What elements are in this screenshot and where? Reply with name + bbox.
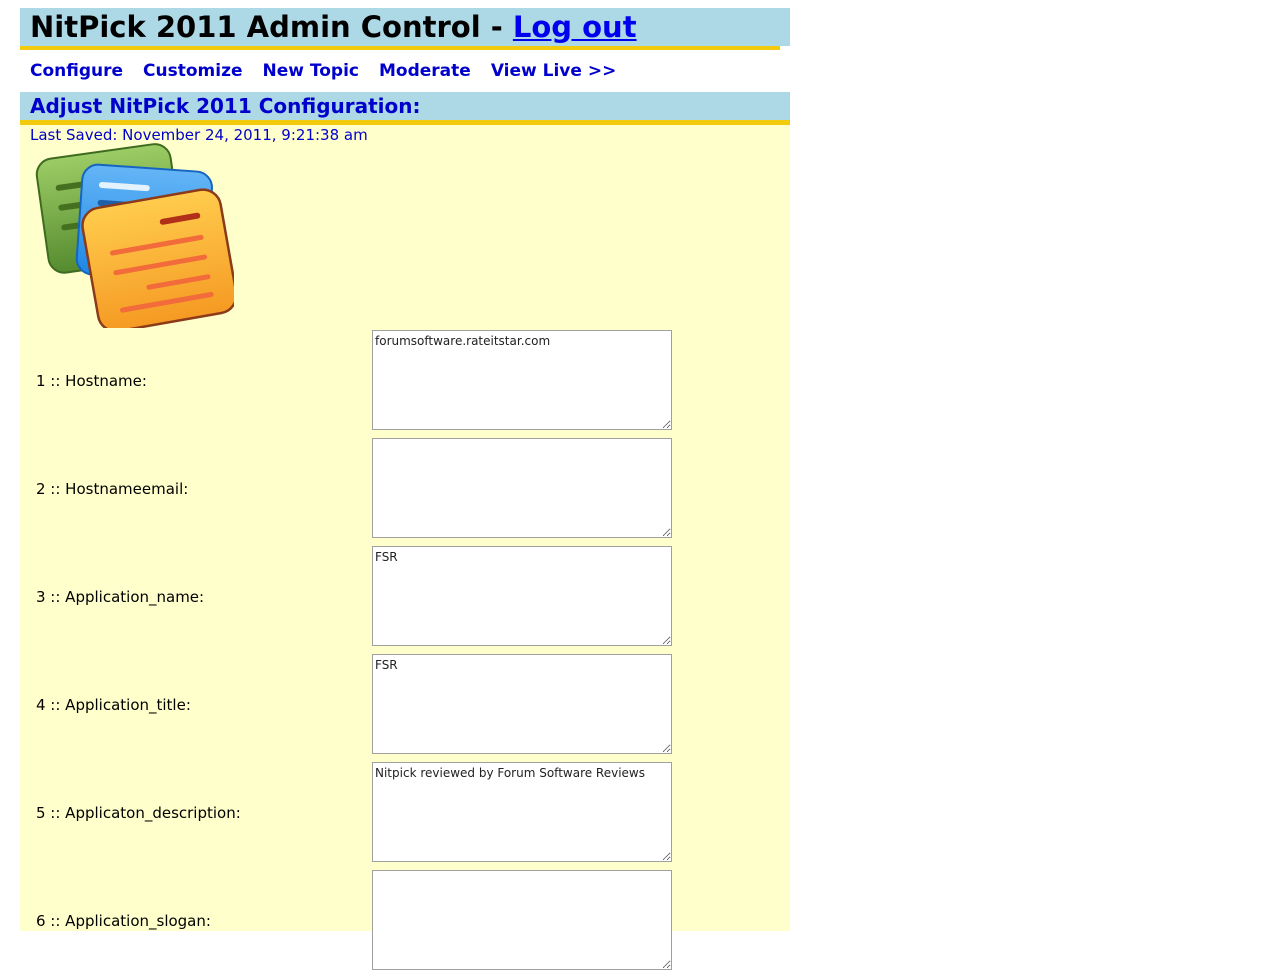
title-bar: NitPick 2011 Admin Control - Log out bbox=[20, 8, 790, 46]
logo-graphic bbox=[35, 143, 238, 333]
field-label: 1 :: Hostname: bbox=[36, 372, 147, 390]
field-row-hostnameemail: 2 :: Hostnameemail: bbox=[20, 438, 790, 538]
application-slogan-field[interactable] bbox=[372, 870, 672, 970]
nav-moderate[interactable]: Moderate bbox=[379, 61, 471, 81]
admin-page: NitPick 2011 Admin Control - Log out Con… bbox=[20, 8, 790, 970]
nav-configure[interactable]: Configure bbox=[30, 61, 123, 81]
section-title: Adjust NitPick 2011 Configuration: bbox=[30, 94, 421, 118]
hostname-field[interactable]: forumsoftware.rateitstar.com bbox=[372, 330, 672, 430]
field-label: 5 :: Applicaton_description: bbox=[36, 804, 241, 822]
section-header: Adjust NitPick 2011 Configuration: bbox=[20, 92, 790, 125]
field-row-application-name: 3 :: Application_name: FSR bbox=[20, 546, 790, 646]
field-row-application-title: 4 :: Application_title: FSR bbox=[20, 654, 790, 754]
page-title: NitPick 2011 Admin Control - Log out bbox=[20, 8, 790, 46]
stacked-notes-icon bbox=[34, 143, 238, 333]
main-nav: Configure Customize New Topic Moderate V… bbox=[20, 50, 790, 92]
application-name-field[interactable]: FSR bbox=[372, 546, 672, 646]
field-label: 6 :: Application_slogan: bbox=[36, 912, 211, 930]
field-label: 2 :: Hostnameemail: bbox=[36, 480, 189, 498]
field-label: 3 :: Application_name: bbox=[36, 588, 205, 606]
field-row-hostname: 1 :: Hostname: forumsoftware.rateitstar.… bbox=[20, 330, 790, 430]
nav-new-topic[interactable]: New Topic bbox=[263, 61, 359, 81]
field-row-application-description: 5 :: Applicaton_description: Nitpick rev… bbox=[20, 762, 790, 862]
page-title-text: NitPick 2011 Admin Control - bbox=[30, 10, 513, 44]
application-title-field[interactable]: FSR bbox=[372, 654, 672, 754]
application-description-field[interactable]: Nitpick reviewed by Forum Software Revie… bbox=[372, 762, 672, 862]
nav-customize[interactable]: Customize bbox=[143, 61, 242, 81]
nav-view-live[interactable]: View Live >> bbox=[491, 61, 617, 81]
logout-link[interactable]: Log out bbox=[513, 10, 637, 44]
last-saved-text: Last Saved: November 24, 2011, 9:21:38 a… bbox=[30, 126, 368, 144]
config-panel: Last Saved: November 24, 2011, 9:21:38 a… bbox=[20, 125, 790, 970]
hostnameemail-field[interactable] bbox=[372, 438, 672, 538]
field-label: 4 :: Application_title: bbox=[36, 696, 191, 714]
field-row-application-slogan: 6 :: Application_slogan: bbox=[20, 870, 790, 970]
